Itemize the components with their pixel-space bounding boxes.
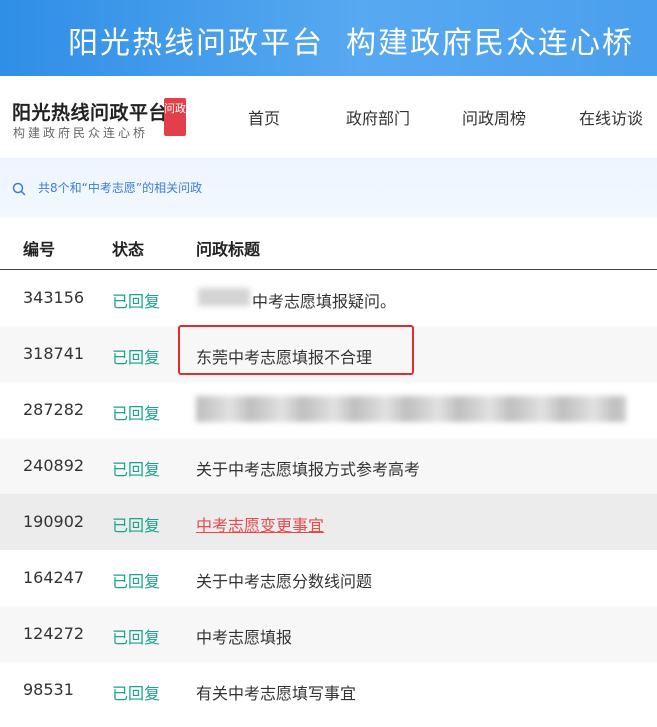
table-row[interactable]: 98531 已回复 有关中考志愿填写事宜 xyxy=(0,662,657,718)
column-header-status: 状态 xyxy=(112,240,145,259)
row-title[interactable]: 有关中考志愿填写事宜 xyxy=(196,680,356,704)
row-id: 98531 xyxy=(23,680,74,699)
table-row[interactable]: 164247 已回复 关于中考志愿分数线问题 xyxy=(0,550,657,606)
row-id: 240892 xyxy=(23,456,85,475)
banner-title: 阳光热线问政平台 xyxy=(68,26,324,61)
row-status: 已回复 xyxy=(112,628,161,647)
logo-title[interactable]: 阳光热线问政平台 xyxy=(12,98,168,125)
redacted-title xyxy=(196,396,626,422)
row-status: 已回复 xyxy=(112,684,161,703)
row-id: 124272 xyxy=(23,624,85,643)
nav-item-departments[interactable]: 政府部门 xyxy=(346,105,410,129)
table-row[interactable]: 240892 已回复 关于中考志愿填报方式参考高考 xyxy=(0,438,657,494)
row-id: 287282 xyxy=(23,400,85,419)
banner-text: 阳光热线问政平台 构建政府民众连心桥 xyxy=(68,18,634,62)
column-header-id: 编号 xyxy=(23,240,56,259)
row-status: 已回复 xyxy=(112,460,161,479)
logo-badge: 问政 xyxy=(164,98,186,136)
table-row[interactable]: 343156 已回复 中考志愿填报疑问。 xyxy=(0,270,657,326)
table-row[interactable]: 287282 已回复 xyxy=(0,382,657,438)
nav-item-home[interactable]: 首页 xyxy=(248,105,280,129)
row-title[interactable]: 关于中考志愿填报方式参考高考 xyxy=(196,456,420,480)
table-header: 编号 状态 问政标题 xyxy=(0,225,657,270)
row-title[interactable]: 中考志愿填报疑问。 xyxy=(252,288,396,312)
table-row[interactable]: 190902 已回复 中考志愿变更事宜 xyxy=(0,494,657,550)
row-title[interactable]: 关于中考志愿分数线问题 xyxy=(196,568,372,592)
row-title-link[interactable]: 中考志愿变更事宜 xyxy=(196,512,324,536)
row-id: 190902 xyxy=(23,512,85,531)
row-id: 164247 xyxy=(23,568,85,587)
navbar: 阳光热线问政平台 构建政府民众连心桥 问政 首页 政府部门 问政周榜 在线访谈 xyxy=(0,76,657,158)
row-status: 已回复 xyxy=(112,404,161,423)
row-status: 已回复 xyxy=(112,292,161,311)
row-status: 已回复 xyxy=(112,516,161,535)
row-id: 318741 xyxy=(23,344,85,363)
table-row[interactable]: 124272 已回复 中考志愿填报 xyxy=(0,606,657,662)
nav-item-weekly-ranking[interactable]: 问政周榜 xyxy=(462,105,526,129)
redacted-text xyxy=(198,288,250,306)
nav-item-online-interview[interactable]: 在线访谈 xyxy=(579,105,643,129)
row-status: 已回复 xyxy=(112,572,161,591)
column-header-title: 问政标题 xyxy=(196,240,261,259)
row-title[interactable]: 中考志愿填报 xyxy=(196,624,292,648)
row-id: 343156 xyxy=(23,288,85,307)
row-status: 已回复 xyxy=(112,348,161,367)
banner-slogan: 构建政府民众连心桥 xyxy=(346,26,634,61)
search-result-text: 共8个和“中考志愿”的相关问政 xyxy=(38,181,203,195)
top-banner: 阳光热线问政平台 构建政府民众连心桥 xyxy=(0,0,657,76)
logo-subtitle: 构建政府民众连心桥 xyxy=(13,126,149,140)
search-result-bar: 共8个和“中考志愿”的相关问政 xyxy=(0,158,657,218)
highlight-frame xyxy=(178,325,414,375)
search-icon xyxy=(12,181,26,200)
